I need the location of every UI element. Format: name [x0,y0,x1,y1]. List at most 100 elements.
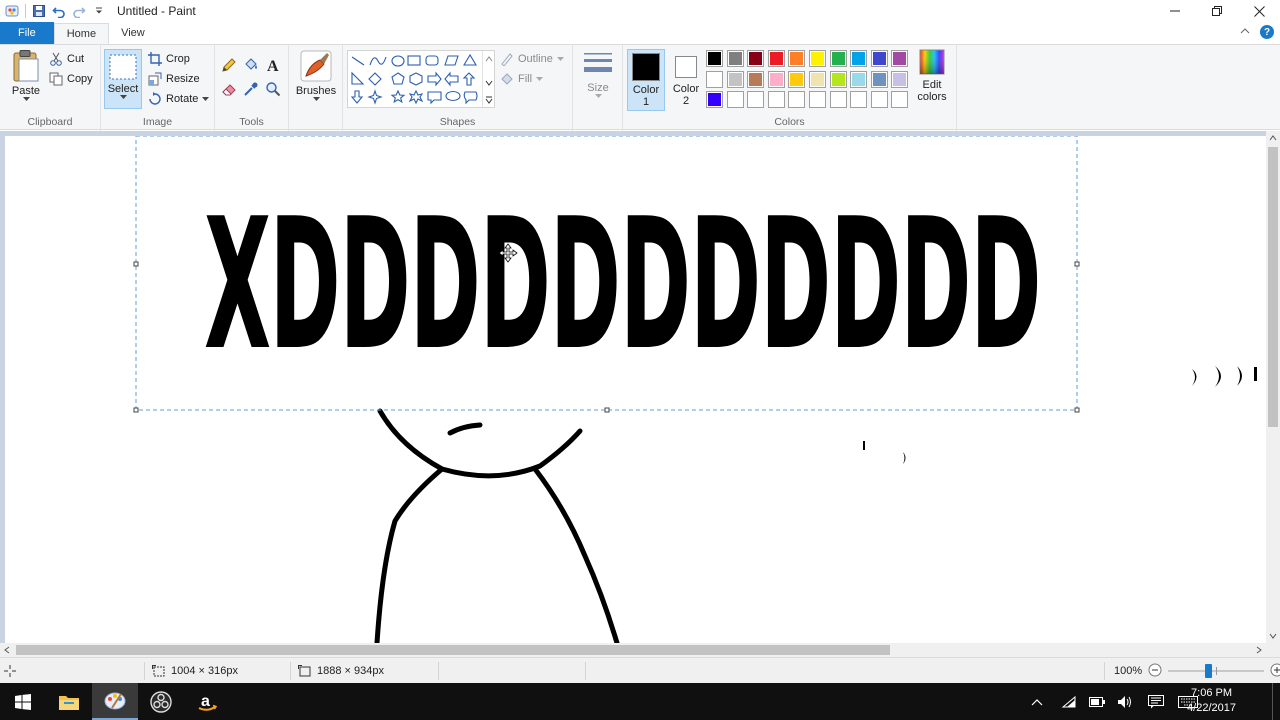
taskbar-paint[interactable] [92,683,138,720]
canvas-text: XDDDDDDDDDDD [205,181,1041,388]
notifications-tray[interactable] [1142,683,1170,720]
color-picker-tool[interactable] [243,81,259,100]
battery-tray[interactable] [1083,683,1111,720]
fill-tool[interactable] [243,57,259,76]
zoom-slider-thumb[interactable] [1205,664,1213,678]
restore-button[interactable] [1196,0,1238,22]
palette-swatch[interactable] [788,91,806,108]
edit-colors-button[interactable]: Edit colors [913,49,951,111]
palette-swatch[interactable] [850,70,868,88]
customize-toolbar-icon[interactable] [89,1,109,21]
pencil-tool[interactable] [221,57,237,76]
palette-swatch[interactable] [767,70,785,88]
copy-button[interactable]: Copy [49,72,93,86]
fill-button[interactable]: Fill [500,72,544,86]
scissors-icon [50,52,62,66]
palette-swatch[interactable] [870,50,888,67]
horizontal-scroll-thumb[interactable] [16,645,890,655]
magnifier-tool[interactable] [265,81,281,100]
palette-swatch[interactable] [870,70,888,88]
tab-home[interactable]: Home [53,23,110,44]
palette-swatch[interactable] [809,50,826,67]
close-button[interactable] [1238,0,1280,22]
palette-swatch[interactable] [747,70,765,88]
redo-icon[interactable] [69,1,89,21]
drawing-canvas[interactable]: XDDDDDDDDDDD [5,136,1266,643]
palette-swatch[interactable] [706,70,723,88]
rainbow-palette-icon [919,49,945,75]
palette-swatch[interactable] [788,50,806,67]
start-button[interactable] [0,683,46,720]
network-tray[interactable] [1055,683,1083,720]
palette-swatch[interactable] [829,50,847,67]
palette-swatch[interactable] [891,70,909,88]
save-icon[interactable] [29,1,49,21]
collapse-ribbon-icon[interactable] [1240,26,1250,39]
palette-swatch[interactable] [870,91,888,108]
chevron-down-icon [556,56,564,61]
palette-swatch[interactable] [829,91,847,108]
palette-swatch[interactable] [706,91,723,108]
color1-button[interactable]: Color 1 [627,49,665,111]
cut-button[interactable]: Cut [49,52,84,66]
color2-button[interactable]: Color 2 [667,49,705,111]
scroll-right-icon[interactable] [1252,643,1266,657]
select-button[interactable]: Select [104,49,142,109]
chevron-down-icon [119,95,127,99]
taskbar-amazon[interactable]: a [184,683,230,720]
palette-swatch[interactable] [726,70,744,88]
windows-logo-icon [15,693,31,710]
text-tool[interactable]: A [265,57,281,76]
paste-button[interactable]: Paste [8,49,44,109]
palette-swatch[interactable] [747,50,765,67]
crop-button[interactable]: Crop [148,52,190,66]
palette-swatch[interactable] [809,91,826,108]
outline-button[interactable]: Outline [500,52,564,66]
zoom-slider[interactable] [1168,664,1265,678]
outline-label: Outline [518,53,553,65]
taskbar-obs[interactable] [138,683,184,720]
size-button[interactable]: Size [579,50,617,110]
palette-swatch[interactable] [809,70,826,88]
brushes-button[interactable]: Brushes [295,50,337,112]
volume-tray[interactable] [1111,683,1139,720]
zoom-in-button[interactable] [1270,663,1280,680]
color1-label-line1: Color [632,84,660,96]
taskbar-clock[interactable]: 7:06 PM 4/22/2017 [1187,686,1236,716]
resize-button[interactable]: Resize [148,72,200,86]
shapes-scroll[interactable] [482,51,494,107]
show-desktop-button[interactable] [1272,683,1280,720]
palette-swatch[interactable] [767,91,785,108]
vertical-scrollbar[interactable] [1266,131,1280,643]
image-size: 1888 × 934px [298,658,384,684]
horizontal-scrollbar[interactable] [0,643,1266,657]
help-icon[interactable]: ? [1260,25,1274,39]
undo-icon[interactable] [49,1,69,21]
palette-swatch[interactable] [706,50,723,67]
palette-swatch[interactable] [850,91,868,108]
vertical-scroll-thumb[interactable] [1268,147,1278,427]
scroll-down-icon[interactable] [1266,629,1280,643]
palette-swatch[interactable] [726,50,744,67]
palette-swatch[interactable] [767,50,785,67]
rotate-button[interactable]: Rotate [148,92,210,106]
tab-file[interactable]: File [0,22,54,44]
taskbar-file-explorer[interactable] [46,683,92,720]
palette-swatch[interactable] [726,91,744,108]
palette-swatch[interactable] [891,91,909,108]
size-label: Size [587,82,609,94]
scroll-up-icon[interactable] [1266,131,1280,145]
palette-swatch[interactable] [747,91,765,108]
shapes-gallery[interactable] [347,50,495,108]
tab-view[interactable]: View [109,22,157,44]
palette-swatch[interactable] [891,50,909,67]
palette-swatch[interactable] [788,70,806,88]
palette-swatch[interactable] [850,50,868,67]
zoom-out-button[interactable] [1148,663,1162,680]
palette-swatch[interactable] [829,70,847,88]
paint-app-icon[interactable] [2,1,22,21]
scroll-left-icon[interactable] [0,643,14,657]
show-hidden-icons[interactable] [1023,683,1051,720]
eraser-tool[interactable] [221,81,237,100]
minimize-button[interactable] [1154,0,1196,22]
